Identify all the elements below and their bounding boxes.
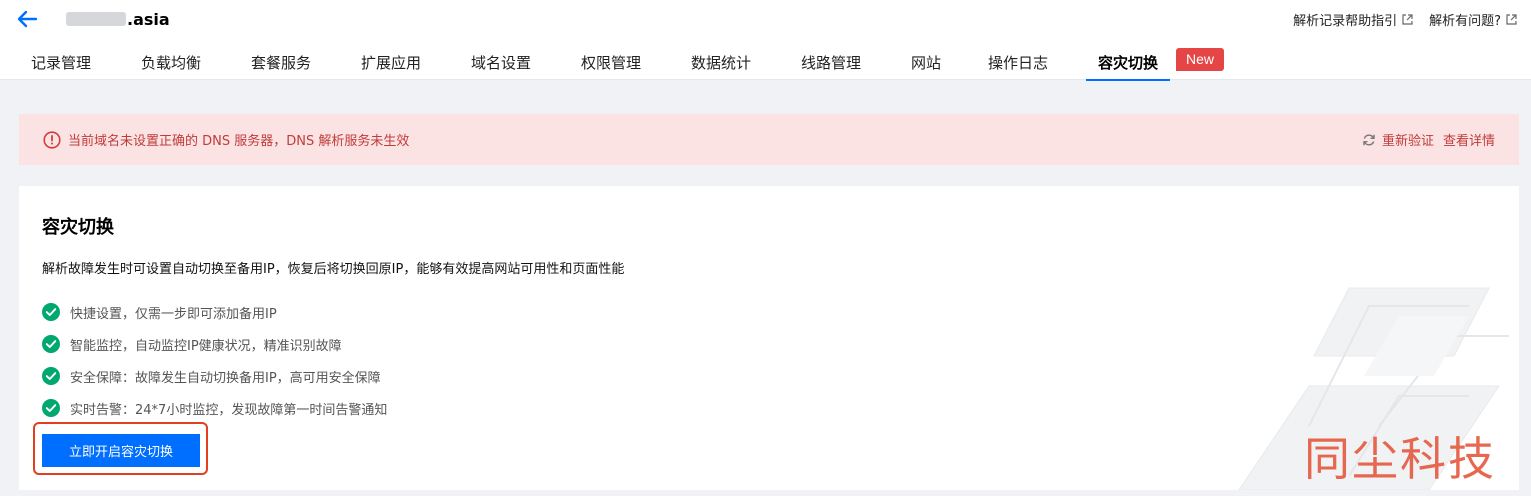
tab-packages[interactable]: 套餐服务: [251, 44, 311, 80]
tab-domain-settings[interactable]: 域名设置: [471, 44, 531, 80]
watermark-text: 同尘科技: [1304, 432, 1496, 486]
dns-alert: 当前域名未设置正确的 DNS 服务器，DNS 解析服务未生效 重新验证 查看详情: [19, 114, 1519, 165]
revalidate-button[interactable]: 重新验证: [1362, 130, 1434, 149]
domain-suffix: .asia: [127, 9, 170, 29]
help-link-problem[interactable]: 解析有问题?: [1429, 10, 1517, 29]
help-link-label: 解析有问题?: [1429, 14, 1501, 29]
feature-text: 智能监控，自动监控IP健康状况，精准识别故障: [70, 338, 342, 354]
help-links: 解析记录帮助指引 解析有问题?: [1293, 10, 1517, 29]
check-circle-icon: [42, 335, 60, 353]
tab-permissions[interactable]: 权限管理: [581, 44, 641, 80]
check-circle-icon: [42, 367, 60, 385]
tab-load-balancing[interactable]: 负载均衡: [141, 44, 201, 80]
tab-disaster-recovery[interactable]: 容灾切换: [1085, 44, 1171, 81]
top-header: .asia 解析记录帮助指引 解析有问题? 记录管理 负载均衡 套餐服务 扩展应…: [0, 0, 1531, 81]
feature-text: 实时告警：24*7小时监控，发现故障第一时间告警通知: [70, 402, 388, 418]
feature-list: 快捷设置，仅需一步即可添加备用IP 智能监控，自动监控IP健康状况，精准识别故障…: [42, 296, 387, 424]
tab-statistics[interactable]: 数据统计: [691, 44, 751, 80]
new-badge: New: [1176, 48, 1224, 71]
refresh-icon: [1363, 134, 1375, 145]
disaster-recovery-card: 容灾切换 解析故障发生时可设置自动切换至备用IP，恢复后将切换回原IP，能够有效…: [19, 186, 1519, 490]
feature-item: 实时告警：24*7小时监控，发现故障第一时间告警通知: [42, 392, 387, 424]
feature-text: 安全保障：故障发生自动切换备用IP，高可用安全保障: [70, 370, 381, 386]
view-details-link[interactable]: 查看详情: [1443, 130, 1495, 149]
card-title: 容灾切换: [42, 217, 114, 238]
feature-item: 快捷设置，仅需一步即可添加备用IP: [42, 296, 387, 328]
card-description: 解析故障发生时可设置自动切换至备用IP，恢复后将切换回原IP，能够有效提高网站可…: [42, 262, 625, 277]
button-highlight-box: [33, 422, 208, 475]
domain-redaction: [66, 12, 126, 26]
alert-actions: 重新验证 查看详情: [1362, 114, 1495, 165]
check-circle-icon: [42, 399, 60, 417]
feature-text: 快捷设置，仅需一步即可添加备用IP: [70, 306, 277, 322]
feature-item: 安全保障：故障发生自动切换备用IP，高可用安全保障: [42, 360, 387, 392]
domain-name: .asia: [66, 8, 170, 30]
external-link-icon: [1506, 14, 1517, 25]
external-link-icon: [1402, 14, 1413, 25]
error-icon: [43, 130, 61, 149]
back-arrow-icon[interactable]: [16, 9, 38, 29]
tab-record-management[interactable]: 记录管理: [31, 44, 91, 80]
tab-line-management[interactable]: 线路管理: [801, 44, 861, 80]
alert-message: 当前域名未设置正确的 DNS 服务器，DNS 解析服务未生效: [68, 134, 410, 149]
tab-extensions[interactable]: 扩展应用: [361, 44, 421, 80]
tab-bar: 记录管理 负载均衡 套餐服务 扩展应用 域名设置 权限管理 数据统计 线路管理 …: [0, 44, 1531, 81]
feature-item: 智能监控，自动监控IP健康状况，精准识别故障: [42, 328, 387, 360]
help-link-label: 解析记录帮助指引: [1293, 14, 1398, 29]
help-link-record-guide[interactable]: 解析记录帮助指引: [1293, 10, 1413, 29]
revalidate-label: 重新验证: [1381, 134, 1434, 149]
tab-website[interactable]: 网站: [911, 44, 941, 80]
tab-operation-log[interactable]: 操作日志: [988, 44, 1048, 80]
check-circle-icon: [42, 303, 60, 321]
